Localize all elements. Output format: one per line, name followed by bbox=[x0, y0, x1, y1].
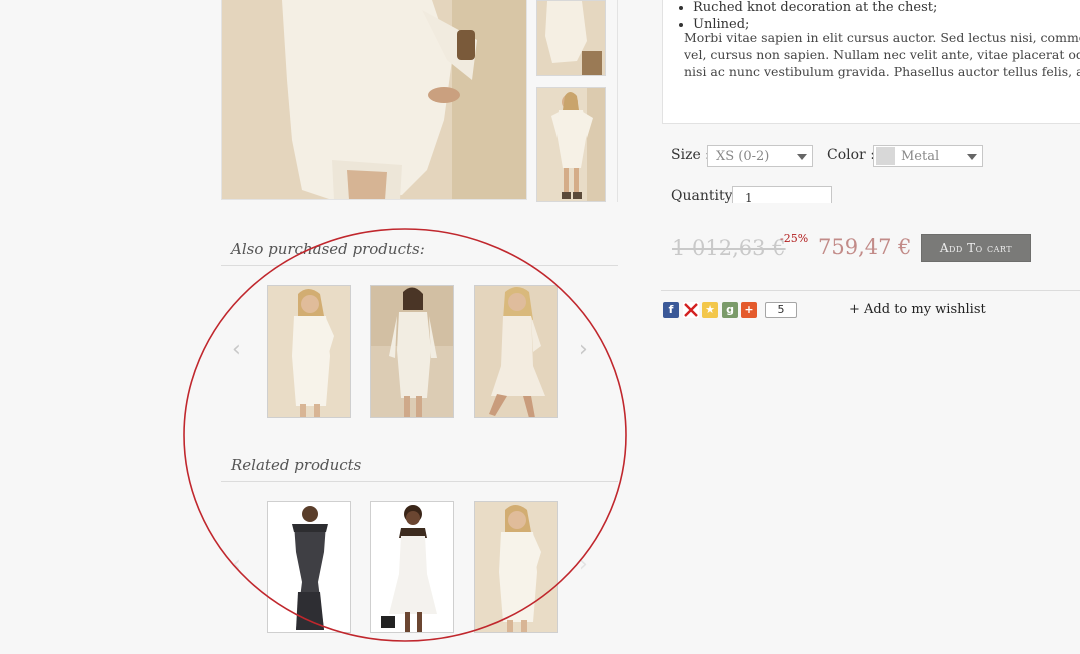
related-products-title: Related products bbox=[231, 456, 362, 474]
product-description: Ruched knot decoration at the chest; Unl… bbox=[662, 0, 1080, 124]
section-divider bbox=[221, 265, 618, 266]
color-label: Color : bbox=[827, 147, 875, 163]
description-bullet: Ruched knot decoration at the chest; bbox=[693, 0, 937, 16]
color-select[interactable]: Metal bbox=[873, 145, 983, 167]
google-plus-icon[interactable]: g bbox=[722, 302, 738, 318]
old-price: 1 012,63 € bbox=[672, 236, 786, 260]
product-card[interactable] bbox=[474, 501, 558, 633]
twitter-icon[interactable] bbox=[683, 302, 699, 318]
size-select[interactable]: XS (0-2) bbox=[707, 145, 813, 167]
share-count: 5 bbox=[765, 302, 797, 318]
facebook-icon[interactable]: f bbox=[663, 302, 679, 318]
carousel-next-icon[interactable]: › bbox=[579, 552, 588, 577]
thumbnail-2[interactable] bbox=[536, 87, 606, 202]
chevron-down-icon bbox=[797, 154, 807, 160]
add-to-wishlist-link[interactable]: + Add to my wishlist bbox=[849, 302, 986, 317]
also-purchased-title: Also purchased products: bbox=[231, 240, 425, 258]
discount-badge: -25% bbox=[780, 232, 809, 245]
product-main-image[interactable] bbox=[221, 0, 527, 200]
favorite-star-icon[interactable]: ★ bbox=[702, 302, 718, 318]
carousel-next-icon[interactable]: › bbox=[579, 337, 588, 362]
description-line: Morbi vitae sapien in elit cursus auctor… bbox=[684, 30, 1080, 45]
quantity-label: Quantity: bbox=[671, 188, 738, 204]
product-card[interactable] bbox=[267, 501, 351, 633]
thumbnail-1[interactable] bbox=[536, 0, 606, 76]
current-price: 759,47 € bbox=[818, 235, 912, 259]
color-select-value: Metal bbox=[901, 149, 940, 164]
product-card[interactable] bbox=[370, 501, 454, 633]
size-label: Size : bbox=[671, 147, 710, 163]
section-divider bbox=[221, 481, 618, 482]
quantity-input[interactable]: 1 bbox=[732, 186, 832, 205]
divider bbox=[661, 290, 1080, 291]
add-to-cart-button[interactable]: Add To cart bbox=[921, 234, 1031, 262]
share-plus-icon[interactable]: + bbox=[741, 302, 757, 318]
description-paragraph: Morbi vitae sapien in elit cursus auctor… bbox=[684, 29, 1080, 80]
color-swatch bbox=[876, 147, 895, 165]
description-line: nisi ac nunc vestibulum gravida. Phasell… bbox=[684, 64, 1080, 79]
product-card[interactable] bbox=[370, 285, 454, 418]
description-line: vel, cursus non sapien. Nullam nec velit… bbox=[684, 47, 1080, 62]
carousel-prev-icon[interactable]: ‹ bbox=[232, 552, 241, 577]
product-card[interactable] bbox=[267, 285, 351, 418]
size-select-value: XS (0-2) bbox=[716, 149, 770, 164]
carousel-prev-icon[interactable]: ‹ bbox=[232, 337, 241, 362]
product-thumbnails bbox=[527, 0, 618, 202]
product-card[interactable] bbox=[474, 285, 558, 418]
chevron-down-icon bbox=[967, 154, 977, 160]
quantity-fade bbox=[660, 203, 1080, 204]
